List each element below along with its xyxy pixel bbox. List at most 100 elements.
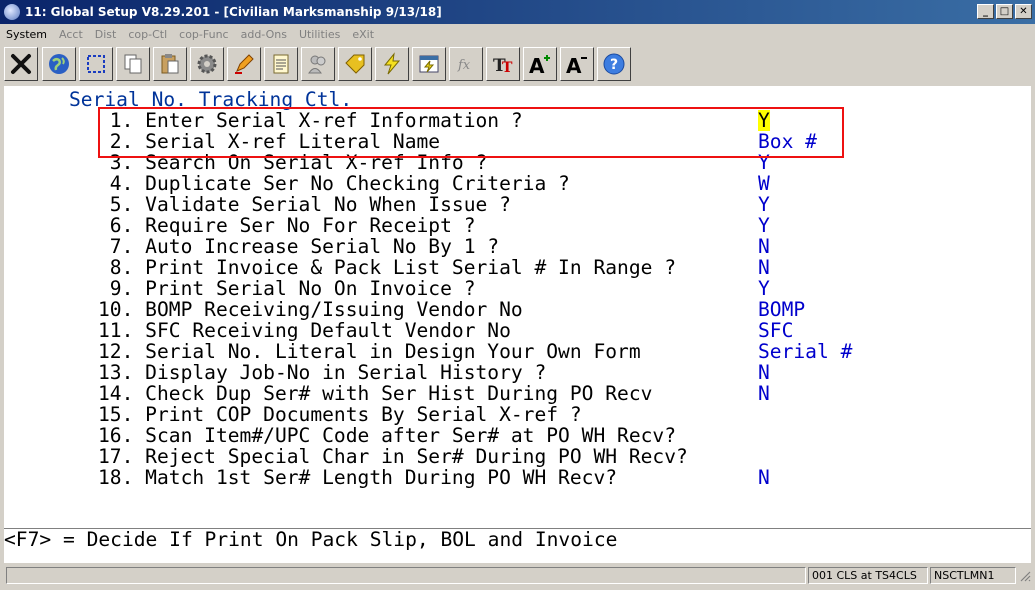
edit-button[interactable] bbox=[227, 47, 261, 81]
menu-system[interactable]: System bbox=[0, 28, 53, 41]
users-button[interactable] bbox=[301, 47, 335, 81]
calendar-run-button[interactable] bbox=[412, 47, 446, 81]
setting-value[interactable]: N bbox=[758, 383, 770, 404]
status-bar: 001 CLS at TS4CLS NSCTLMN1 bbox=[0, 566, 1035, 588]
paste-clipboard-icon bbox=[161, 54, 179, 74]
setting-row-3[interactable]: 3. Search On Serial X-ref Info ? Y bbox=[4, 152, 770, 173]
globe-button[interactable] bbox=[42, 47, 76, 81]
status-message-panel bbox=[6, 567, 806, 584]
font-decrease-button[interactable]: A bbox=[560, 47, 594, 81]
settings-button[interactable] bbox=[190, 47, 224, 81]
setting-value[interactable]: N bbox=[758, 236, 770, 257]
setting-value[interactable]: SFC bbox=[758, 320, 793, 341]
users-group-icon bbox=[308, 55, 326, 74]
setting-row-17[interactable]: 17. Reject Special Char in Ser# During P… bbox=[4, 446, 688, 467]
formula-button[interactable]: fx bbox=[449, 47, 483, 81]
svg-text:A: A bbox=[529, 54, 545, 76]
close-button[interactable]: ✕ bbox=[1015, 4, 1032, 19]
paste-button[interactable] bbox=[153, 47, 187, 81]
calendar-run-icon bbox=[419, 55, 439, 73]
setting-row-8[interactable]: 8. Print Invoice & Pack List Serial # In… bbox=[4, 257, 770, 278]
svg-text:?: ? bbox=[610, 57, 618, 73]
tag-button[interactable] bbox=[338, 47, 372, 81]
status-program: NSCTLMN1 bbox=[930, 567, 1016, 584]
setting-label: 9. Print Serial No On Invoice ? bbox=[98, 277, 476, 300]
setting-row-13[interactable]: 13. Display Job-No in Serial History ? N bbox=[4, 362, 770, 383]
text-style-button[interactable]: TT bbox=[486, 47, 520, 81]
setting-label: 17. Reject Special Char in Ser# During P… bbox=[98, 445, 688, 468]
lightning-button[interactable] bbox=[375, 47, 409, 81]
setting-row-5[interactable]: 5. Validate Serial No When Issue ? Y bbox=[4, 194, 770, 215]
setting-label: 12. Serial No. Literal in Design Your Ow… bbox=[98, 340, 641, 363]
setting-value[interactable]: W bbox=[758, 173, 770, 194]
help-line-area: <F7> = Decide If Print On Pack Slip, BOL… bbox=[4, 528, 1031, 563]
setting-label: 13. Display Job-No in Serial History ? bbox=[98, 361, 547, 384]
terminal-screen[interactable]: Serial No. Tracking Ctl. 1. Enter Serial… bbox=[4, 86, 1031, 528]
setting-row-15[interactable]: 15. Print COP Documents By Serial X-ref … bbox=[4, 404, 582, 425]
edit-pencil-icon bbox=[235, 54, 254, 74]
window-controls: _ □ ✕ bbox=[977, 4, 1032, 19]
select-button[interactable] bbox=[79, 47, 113, 81]
setting-value[interactable]: N bbox=[758, 257, 770, 278]
setting-value[interactable]: Y bbox=[758, 278, 770, 299]
setting-value[interactable]: BOMP bbox=[758, 299, 805, 320]
setting-row-11[interactable]: 11. SFC Receiving Default Vendor No SFC bbox=[4, 320, 793, 341]
setting-label: 10. BOMP Receiving/Issuing Vendor No bbox=[98, 298, 523, 321]
setting-row-10[interactable]: 10. BOMP Receiving/Issuing Vendor No BOM… bbox=[4, 299, 805, 320]
setting-value[interactable]: N bbox=[758, 362, 770, 383]
setting-row-14[interactable]: 14. Check Dup Ser# with Ser Hist During … bbox=[4, 383, 770, 404]
setting-row-4[interactable]: 4. Duplicate Ser No Checking Criteria ? … bbox=[4, 173, 770, 194]
resize-grip-icon[interactable] bbox=[1019, 570, 1031, 582]
setting-value[interactable]: Serial # bbox=[758, 341, 852, 362]
help-question-icon: ? bbox=[603, 53, 625, 75]
globe-icon bbox=[49, 54, 69, 74]
minimize-button[interactable]: _ bbox=[977, 4, 994, 19]
window-titlebar[interactable]: 11: Global Setup V8.29.201 - [Civilian M… bbox=[0, 0, 1035, 24]
menu-cop-ctl[interactable]: cop-Ctl bbox=[122, 28, 173, 41]
menu-add-ons[interactable]: add-Ons bbox=[235, 28, 293, 41]
setting-row-2[interactable]: 2. Serial X-ref Literal Name Box # bbox=[4, 131, 817, 152]
lightning-icon bbox=[383, 52, 401, 75]
copy-pages-icon bbox=[124, 54, 142, 74]
menu-exit[interactable]: eXit bbox=[346, 28, 380, 41]
setting-row-6[interactable]: 6. Require Ser No For Receipt ? Y bbox=[4, 215, 770, 236]
setting-label: 11. SFC Receiving Default Vendor No bbox=[98, 319, 511, 342]
status-session: 001 CLS at TS4CLS bbox=[808, 567, 928, 584]
maximize-button[interactable]: □ bbox=[996, 4, 1013, 19]
setting-label: 8. Print Invoice & Pack List Serial # In… bbox=[98, 256, 677, 279]
setting-label: 18. Match 1st Ser# Length During PO WH R… bbox=[98, 466, 618, 489]
setting-label: 16. Scan Item#/UPC Code after Ser# at PO… bbox=[98, 424, 677, 447]
setting-row-7[interactable]: 7. Auto Increase Serial No By 1 ? N bbox=[4, 236, 770, 257]
settings-gear-icon bbox=[197, 54, 217, 74]
setting-label: 4. Duplicate Ser No Checking Criteria ? bbox=[98, 172, 570, 195]
setting-row-18[interactable]: 18. Match 1st Ser# Length During PO WH R… bbox=[4, 467, 770, 488]
highlight-annotation-box bbox=[98, 107, 844, 158]
menu-dist[interactable]: Dist bbox=[89, 28, 123, 41]
setting-label: 5. Validate Serial No When Issue ? bbox=[98, 193, 511, 216]
font-increase-button[interactable]: A bbox=[523, 47, 557, 81]
help-button[interactable]: ? bbox=[597, 47, 631, 81]
setting-label: 7. Auto Increase Serial No By 1 ? bbox=[98, 235, 500, 258]
select-box-icon bbox=[87, 55, 105, 73]
setting-row-16[interactable]: 16. Scan Item#/UPC Code after Ser# at PO… bbox=[4, 425, 676, 446]
setting-value[interactable]: Y bbox=[758, 215, 770, 236]
f7-help-text: <F7> = Decide If Print On Pack Slip, BOL… bbox=[4, 528, 618, 551]
formula-fx-icon: fx bbox=[457, 58, 471, 73]
toolbar: fx TT A A ? bbox=[0, 45, 1035, 83]
menu-acct[interactable]: Acct bbox=[53, 28, 89, 41]
copy-button[interactable] bbox=[116, 47, 150, 81]
setting-row-1[interactable]: 1. Enter Serial X-ref Information ? Y bbox=[4, 110, 770, 131]
menu-cop-func[interactable]: cop-Func bbox=[173, 28, 234, 41]
setting-value[interactable]: Y bbox=[758, 194, 770, 215]
svg-text:fx: fx bbox=[457, 58, 471, 73]
menu-utilities[interactable]: Utilities bbox=[293, 28, 346, 41]
menu-bar: System Acct Dist cop-Ctl cop-Func add-On… bbox=[0, 24, 1035, 44]
setting-row-12[interactable]: 12. Serial No. Literal in Design Your Ow… bbox=[4, 341, 852, 362]
notepad-button[interactable] bbox=[264, 47, 298, 81]
app-globe-icon bbox=[4, 4, 20, 20]
font-decrease-icon: A bbox=[566, 54, 587, 76]
setting-value[interactable]: N bbox=[758, 467, 770, 488]
exit-button[interactable] bbox=[4, 47, 38, 81]
notepad-icon bbox=[273, 54, 289, 74]
setting-row-9[interactable]: 9. Print Serial No On Invoice ? Y bbox=[4, 278, 770, 299]
